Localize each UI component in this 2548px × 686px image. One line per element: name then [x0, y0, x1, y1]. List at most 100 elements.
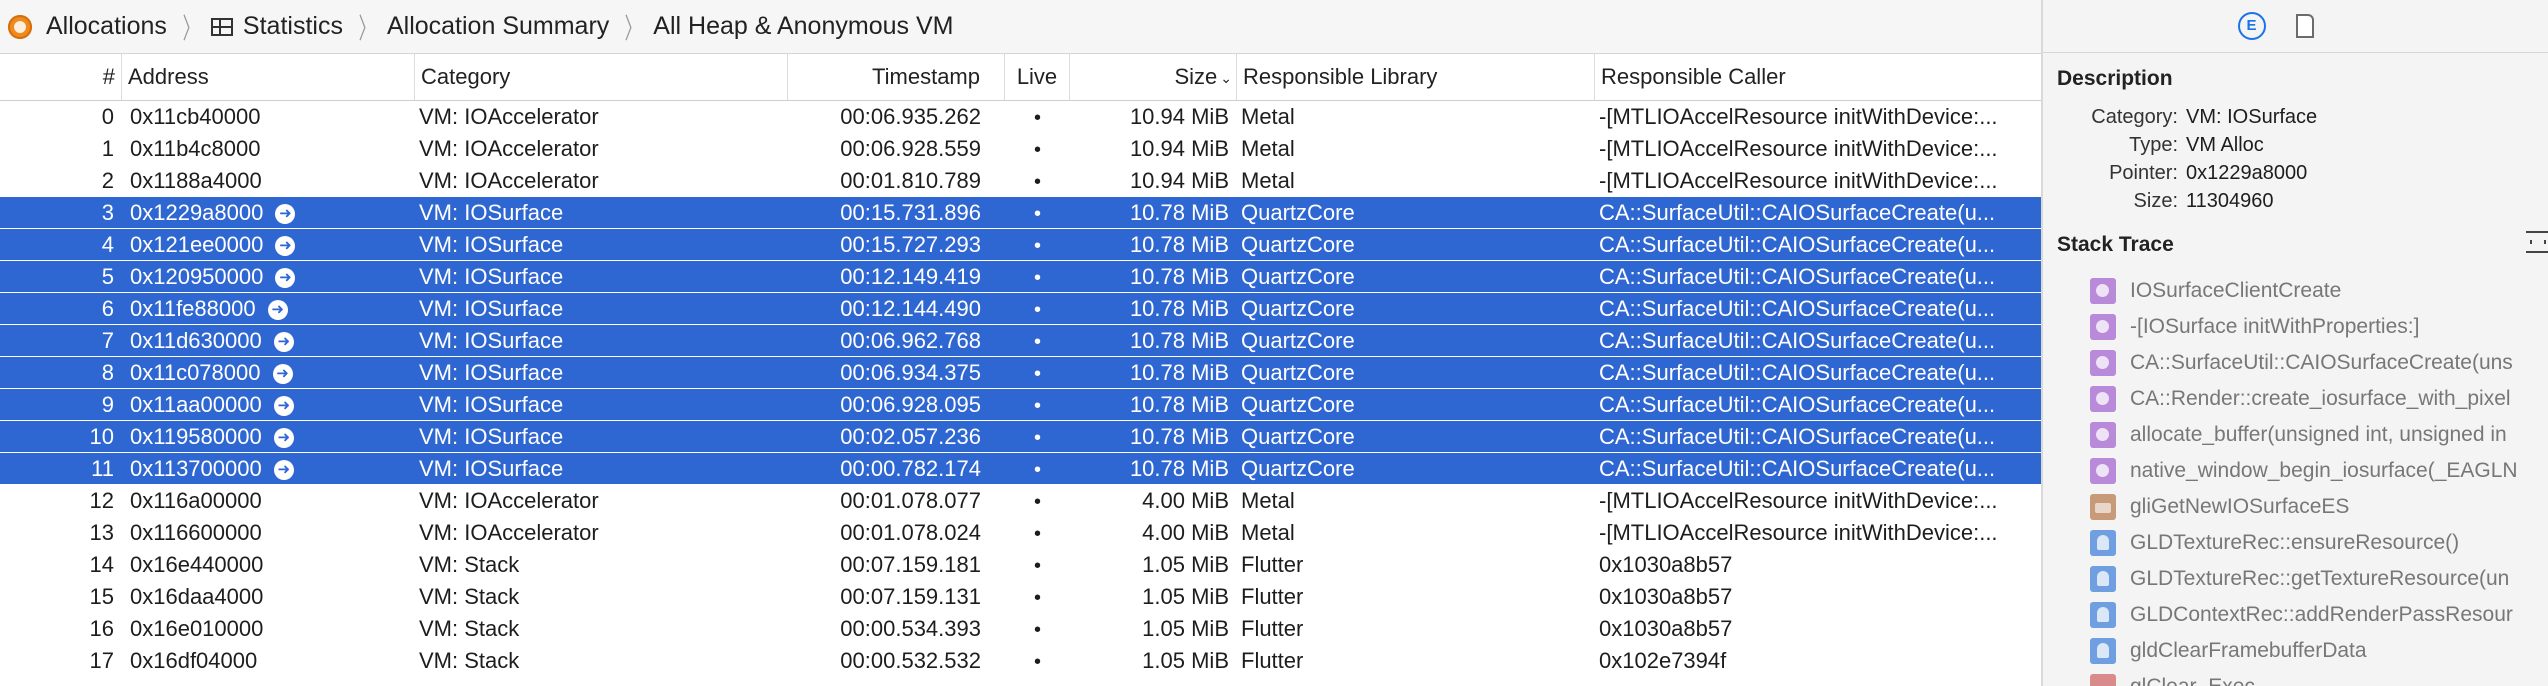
go-to-arrow-icon[interactable]: ➜ [273, 428, 294, 449]
cell-category: VM: Stack [415, 613, 788, 645]
table-row[interactable]: 2 0x1188a4000 VM: IOAccelerator 00:01.810.7… [0, 165, 2041, 197]
cell-text: Metal [1241, 104, 1295, 129]
cell-category: VM: IOAccelerator [415, 101, 788, 133]
breadcrumb-all-heap-vm[interactable]: All Heap & Anonymous VM [653, 0, 953, 53]
go-to-arrow-icon[interactable]: ➜ [272, 364, 293, 385]
cell-text: 0x113700000 [130, 456, 262, 481]
stack-frame[interactable]: -[IOSurface initWithProperties:] [2090, 309, 2548, 345]
cell-index: 8 [0, 357, 118, 389]
column-header-size[interactable]: Size ⌄ [1070, 54, 1237, 100]
extended-detail-icon[interactable]: E [2237, 12, 2266, 40]
table-row[interactable]: 9 0x11aa00000 ➜ VM: IOSurface 00:06.928.095 •… [0, 389, 2041, 421]
cell-timestamp: 00:06.934.375 [788, 357, 1005, 389]
go-to-arrow-icon[interactable]: ➜ [275, 268, 296, 289]
cell-timestamp: 00:12.149.419 [788, 261, 1005, 293]
cell-size: 10.78 MiB [1070, 261, 1233, 293]
stack-frame[interactable]: gliGetNewIOSurfaceES [2090, 489, 2548, 525]
stack-frame[interactable]: glClear_Exec [2090, 669, 2548, 686]
cell-library: Flutter [1237, 645, 1595, 677]
cell-live: • [1005, 101, 1070, 133]
column-header-size-label: Size [1174, 64, 1218, 89]
table-row[interactable]: 4 0x121ee0000 ➜ VM: IOSurface 00:15.727.293 •… [0, 229, 2041, 261]
breadcrumb-statistics[interactable]: Statistics [210, 0, 343, 53]
table-row[interactable]: 6 0x11fe88000 ➜ VM: IOSurface 00:12.144.490 •… [0, 293, 2041, 325]
cell-library: QuartzCore [1237, 357, 1595, 389]
cell-text: VM: IOSurface [419, 392, 564, 417]
column-header-caller[interactable]: Responsible Caller [1595, 54, 2041, 100]
stack-options-icon[interactable] [2526, 231, 2548, 253]
cell-size: 10.78 MiB [1070, 293, 1233, 325]
go-to-arrow-icon[interactable]: ➜ [275, 204, 296, 225]
table-row[interactable]: 7 0x11d630000 ➜ VM: IOSurface 00:06.962.768 •… [0, 325, 2041, 357]
cell-caller: 0x1030a8b57 [1595, 549, 2041, 581]
stack-frame[interactable]: GLDTextureRec::getTextureResource(un [2090, 561, 2548, 597]
cell-text: 10.78 MiB [1129, 424, 1229, 449]
go-to-arrow-icon[interactable]: ➜ [273, 460, 294, 481]
detail-row: Pointer: 0x1229a8000 [2043, 159, 2548, 187]
breadcrumb-allocations[interactable]: Allocations [0, 0, 167, 53]
cell-library: Metal [1237, 517, 1595, 549]
detail-value: VM Alloc [2186, 134, 2264, 156]
table-row[interactable]: 3 0x1229a8000 ➜ VM: IOSurface 00:15.731.896 •… [0, 197, 2041, 229]
detail-value: 0x1229a8000 [2186, 162, 2308, 184]
table-row[interactable]: 14 0x16e440000 VM: Stack 00:07.159.181 • 1.05… [0, 549, 2041, 581]
library-tan-icon [2090, 494, 2116, 520]
column-header-index[interactable]: # [0, 54, 122, 100]
stack-frame[interactable]: GLDContextRec::addRenderPassResour [2090, 597, 2548, 633]
cell-address: 0x116600000 [126, 517, 415, 549]
cell-text: 10.94 MiB [1129, 136, 1229, 161]
stack-frame[interactable]: GLDTextureRec::ensureResource() [2090, 525, 2548, 561]
allocations-list-pane: Allocations 〉 Statistics 〉 Allocation Su… [0, 0, 2041, 686]
table-row[interactable]: 10 0x119580000 ➜ VM: IOSurface 00:02.057.236… [0, 421, 2041, 453]
cell-category: VM: IOSurface [415, 197, 788, 229]
cell-text: Metal [1241, 168, 1295, 193]
cell-caller: CA::SurfaceUtil::CAIOSurfaceCreate(u... [1595, 453, 2041, 485]
cell-text: VM: Stack [419, 552, 520, 577]
go-to-arrow-icon[interactable]: ➜ [273, 332, 294, 353]
cell-text: QuartzCore [1241, 360, 1355, 385]
stack-frame[interactable]: CA::Render::create_iosurface_with_pixel [2090, 381, 2548, 417]
table-row[interactable]: 16 0x16e010000 VM: Stack 00:00.534.393 • 1.05… [0, 613, 2041, 645]
column-header-library[interactable]: Responsible Library [1237, 54, 1595, 100]
table-row[interactable]: 11 0x113700000 ➜ VM: IOSurface 00:00.782.174… [0, 453, 2041, 485]
detail-value: VM: IOSurface [2186, 106, 2318, 128]
cell-text: VM: IOSurface [419, 232, 564, 257]
table-row[interactable]: 13 0x116600000 VM: IOAccelerator 00:01.078.… [0, 517, 2041, 549]
stack-frame-label: GLDTextureRec::ensureResource() [2130, 531, 2460, 554]
table-row[interactable]: 1 0x11b4c8000 VM: IOAccelerator 00:06.928.5… [0, 133, 2041, 165]
stack-frame[interactable]: IOSurfaceClientCreate [2090, 273, 2548, 309]
table-row[interactable]: 17 0x16df04000 VM: Stack 00:00.532.532 • 1.05… [0, 645, 2041, 677]
column-header-address[interactable]: Address [122, 54, 415, 100]
cell-category: VM: IOAccelerator [415, 133, 788, 165]
stack-frame[interactable]: allocate_buffer(unsigned int, unsigned i… [2090, 417, 2548, 453]
cell-text: 0x11fe88000 [130, 296, 256, 321]
go-to-arrow-icon[interactable]: ➜ [273, 396, 294, 417]
stack-frame[interactable]: gldClearFramebufferData [2090, 633, 2548, 669]
cell-live: • [1005, 357, 1070, 389]
detail-value: 11304960 [2186, 190, 2274, 212]
table-row[interactable]: 15 0x16daa4000 VM: Stack 00:07.159.131 • 1.05… [0, 581, 2041, 613]
live-dot: • [1033, 459, 1041, 481]
table-row[interactable]: 5 0x120950000 ➜ VM: IOSurface 00:12.149.419 •… [0, 261, 2041, 293]
document-icon[interactable] [2295, 14, 2314, 38]
table-row[interactable]: 8 0x11c078000 ➜ VM: IOSurface 00:06.934.375 •… [0, 357, 2041, 389]
cell-address: 0x16e440000 [126, 549, 415, 581]
column-header-category[interactable]: Category [415, 54, 788, 100]
cell-text: VM: IOAccelerator [419, 488, 599, 513]
stack-frame[interactable]: CA::SurfaceUtil::CAIOSurfaceCreate(uns [2090, 345, 2548, 381]
cell-text: 0x1030a8b57 [1599, 552, 1733, 577]
cell-category: VM: Stack [415, 549, 788, 581]
cell-text: QuartzCore [1241, 200, 1355, 225]
column-header-live[interactable]: Live [1005, 54, 1070, 100]
go-to-arrow-icon[interactable]: ➜ [275, 236, 296, 257]
cell-text: CA::SurfaceUtil::CAIOSurfaceCreate(u... [1599, 296, 1996, 321]
cell-text: 10.94 MiB [1129, 104, 1229, 129]
column-header-timestamp[interactable]: Timestamp [788, 54, 1005, 100]
breadcrumb-allocation-summary[interactable]: Allocation Summary [387, 0, 609, 53]
go-to-arrow-icon[interactable]: ➜ [267, 300, 288, 321]
table-row[interactable]: 0 0x11cb40000 VM: IOAccelerator 00:06.935.2… [0, 101, 2041, 133]
stack-frame[interactable]: native_window_begin_iosurface(_EAGLN [2090, 453, 2548, 489]
stack-frame-label: gliGetNewIOSurfaceES [2130, 495, 2350, 518]
table-row[interactable]: 12 0x116a00000 VM: IOAccelerator 00:01.078.… [0, 485, 2041, 517]
cell-category: VM: IOSurface [415, 293, 788, 325]
